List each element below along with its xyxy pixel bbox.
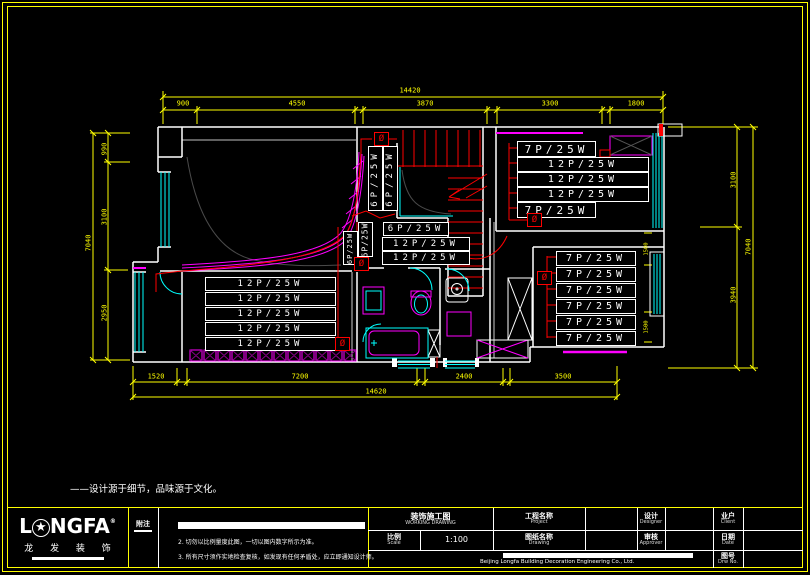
doc-type-cell: 装饰施工图 WORKING DRAWING <box>368 508 493 530</box>
note-2: 2. 切勿以比例量度此图，一切以图内数字所示为准。 <box>178 537 318 546</box>
cad-sheet: 7P/25W12P/25W12P/25W12P/25W7P/25W6P/25W1… <box>0 0 810 575</box>
divider <box>158 508 159 568</box>
client-label-cell: 业户 Client <box>713 508 743 530</box>
design-motto: ——设计源于细节，品味源于文化。 <box>70 481 222 495</box>
approver-label-cell: 审核 Approver <box>637 530 665 550</box>
company-name-en: Beijing Longfa Building Decoration Engin… <box>480 559 634 565</box>
designer-value-cell <box>665 508 713 530</box>
title-block: L★NGFA® 龙 发 装 饰 附注 2. 切勿以比例量度此图，一切以图内数字所… <box>7 507 803 568</box>
project-value-cell <box>585 508 637 530</box>
curtain-track <box>182 152 364 271</box>
date-label-cell: 日期 Date <box>713 530 743 550</box>
project-label-cell: 工程名称 Project <box>493 508 585 530</box>
cabinet-row <box>190 350 356 361</box>
scale-value: 1:100 <box>420 530 493 550</box>
note-1-redacted <box>178 522 365 529</box>
logo-wordmark: L★NGFA® <box>7 514 128 538</box>
scale-label-cell: 比例 Scale <box>368 530 420 550</box>
notes-header: 附注 <box>128 516 158 536</box>
closet-xbox-top-right <box>610 136 652 155</box>
redacted-text <box>134 530 152 532</box>
logo-subtext: 龙 发 装 饰 <box>7 541 128 554</box>
kitchen-xbox <box>428 278 532 358</box>
walls <box>133 124 682 362</box>
note-3: 3. 所有尺寸须作实地检查复核，如发现有任何矛盾处，应立即通知设计师。 <box>178 552 378 561</box>
gray-guides <box>187 157 451 266</box>
drwno-label-cell: 图号 Drw No. <box>713 550 743 568</box>
star-icon: ★ <box>32 519 50 537</box>
company-cell: Beijing Longfa Building Decoration Engin… <box>368 550 713 568</box>
company-zh-redacted <box>503 553 693 558</box>
client-value-cell <box>743 508 802 530</box>
logo-underline <box>32 557 104 560</box>
accent-lines <box>133 133 627 352</box>
designer-label-cell: 设计 Designer <box>637 508 665 530</box>
stove <box>447 312 471 336</box>
drawing-label-cell: 图纸名称 Drawing <box>493 530 585 550</box>
staircase <box>397 130 487 288</box>
